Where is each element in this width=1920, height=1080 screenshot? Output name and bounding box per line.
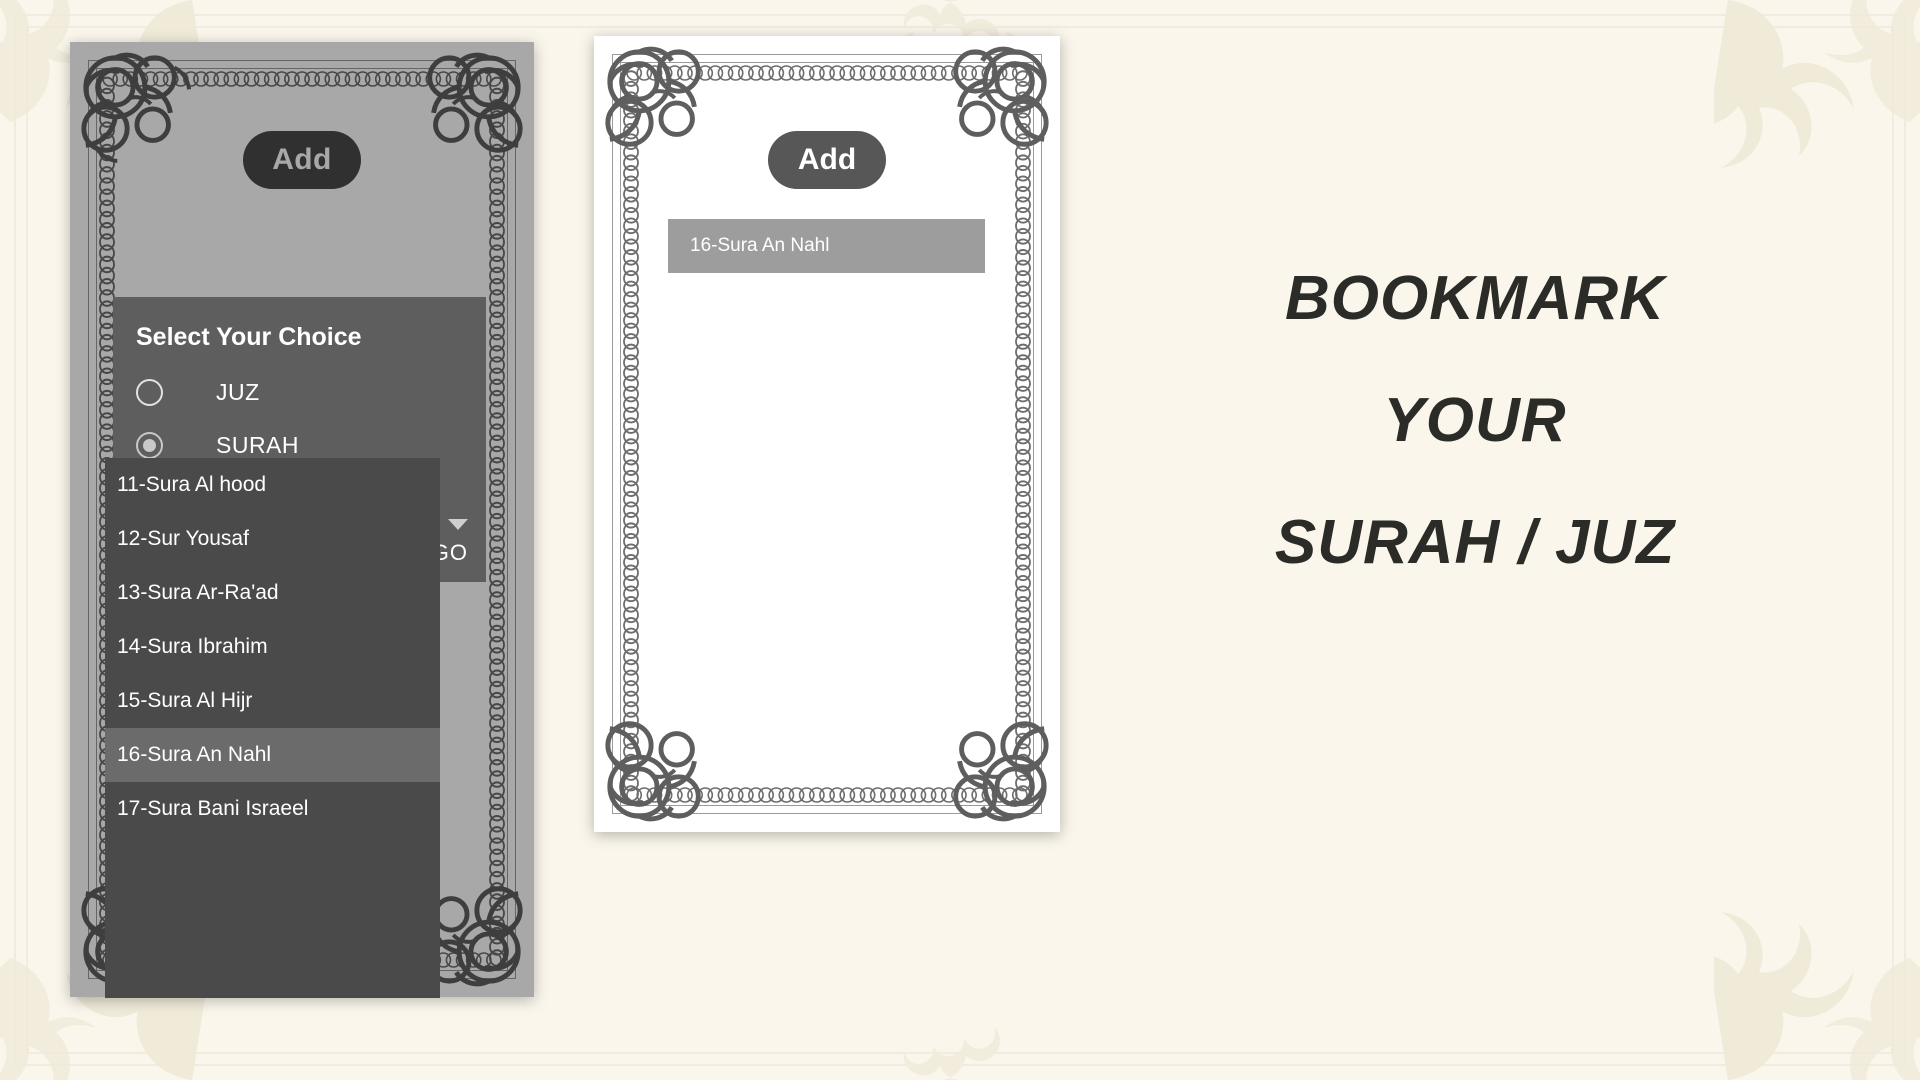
right-phone-corner-ornament-bottom-right-icon bbox=[936, 708, 1054, 826]
chain-pattern-top-right-phone-icon bbox=[624, 60, 1030, 86]
chain-pattern-top-icon bbox=[100, 66, 504, 92]
phone-corner-ornament-top-right-icon bbox=[410, 48, 528, 166]
dropdown-item-label: 11-Sura Al hood bbox=[117, 473, 267, 496]
chain-pattern-left-right-phone-icon bbox=[618, 66, 644, 802]
dropdown-item[interactable]: 11-Sura Al hood bbox=[105, 458, 440, 512]
dropdown-item-label: 13-Sura Ar-Ra'ad bbox=[117, 581, 279, 604]
dialog-title: Select Your Choice bbox=[136, 323, 362, 351]
dropdown-item-label: 12-Sur Yousaf bbox=[117, 527, 249, 550]
radio-circle-surah-icon bbox=[136, 432, 163, 459]
dropdown-item[interactable]: 14-Sura Ibrahim bbox=[105, 620, 440, 674]
chain-pattern-right-icon bbox=[484, 72, 510, 967]
dropdown-item[interactable]: 13-Sura Ar-Ra'ad bbox=[105, 566, 440, 620]
phone-corner-ornament-top-left-icon bbox=[76, 48, 194, 166]
add-button-left[interactable]: Add bbox=[243, 131, 361, 189]
dropdown-item-label: 16-Sura An Nahl bbox=[117, 743, 272, 766]
phone-mockup-right: Add 16-Sura An Nahl bbox=[594, 36, 1060, 832]
bookmark-list-item[interactable]: 16-Sura An Nahl bbox=[668, 219, 985, 273]
chevron-down-icon bbox=[448, 519, 468, 530]
promo-headline: BOOKMARK YOUR SURAH / JUZ bbox=[1110, 268, 1840, 574]
dropdown-item[interactable]: 15-Sura Al Hijr bbox=[105, 674, 440, 728]
radio-dot-surah-icon bbox=[143, 439, 156, 452]
radio-circle-juz-icon bbox=[136, 379, 163, 406]
dropdown-item-label: 15-Sura Al Hijr bbox=[117, 689, 253, 712]
headline-line-1: BOOKMARK bbox=[1285, 264, 1665, 333]
frame-ornament-bottom-center-icon bbox=[885, 996, 1035, 1080]
frame-corner-ornament-bottom-right-icon bbox=[1714, 878, 1920, 1080]
headline-line-3: SURAH / JUZ bbox=[1274, 508, 1676, 577]
dropdown-item[interactable]: 12-Sur Yousaf bbox=[105, 512, 440, 566]
surah-dropdown-list[interactable]: 11-Sura Al hood 12-Sur Yousaf 13-Sura Ar-R… bbox=[105, 458, 440, 998]
frame-corner-ornament-top-right-icon bbox=[1714, 0, 1920, 202]
dropdown-item[interactable]: 17-Sura Bani Israeel bbox=[105, 782, 440, 836]
radio-label-surah: SURAH bbox=[216, 432, 300, 458]
right-phone-corner-ornament-bottom-left-icon bbox=[600, 708, 718, 826]
dropdown-item-label: 17-Sura Bani Israeel bbox=[117, 797, 309, 820]
right-phone-corner-ornament-top-right-icon bbox=[936, 42, 1054, 160]
chain-pattern-bottom-right-phone-icon bbox=[624, 782, 1030, 808]
add-button-right[interactable]: Add bbox=[768, 131, 886, 189]
chain-pattern-right-right-phone-icon bbox=[1010, 66, 1036, 802]
right-phone-corner-ornament-top-left-icon bbox=[600, 42, 718, 160]
dropdown-item-label: 14-Sura Ibrahim bbox=[117, 635, 268, 658]
headline-line-2: YOUR bbox=[1383, 386, 1567, 455]
radio-label-juz: JUZ bbox=[216, 379, 260, 405]
radio-option-juz[interactable]: JUZ bbox=[136, 379, 260, 406]
dropdown-item[interactable]: 16-Sura An Nahl bbox=[105, 728, 440, 782]
radio-option-surah[interactable]: SURAH bbox=[136, 432, 299, 459]
